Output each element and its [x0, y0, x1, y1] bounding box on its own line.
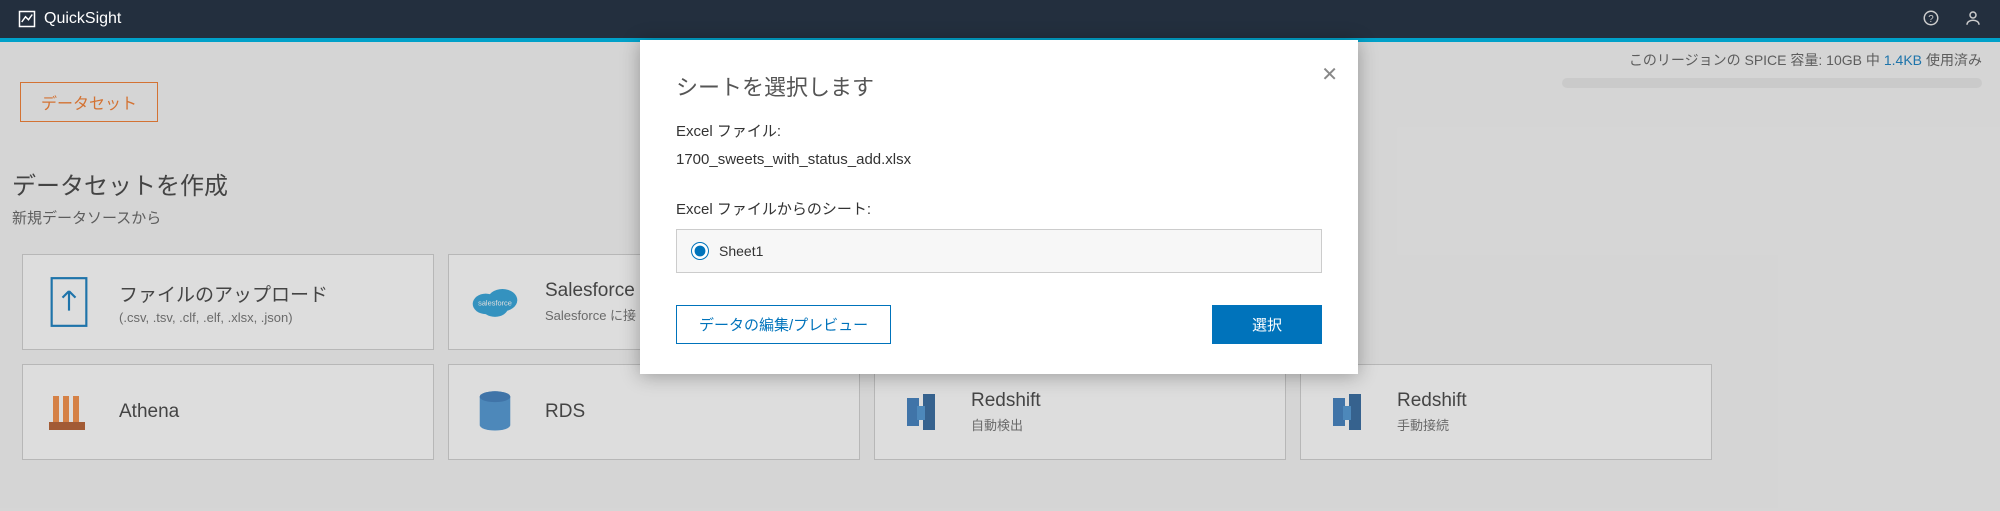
user-icon[interactable]: [1964, 9, 1982, 30]
sheet-option-label: Sheet1: [719, 243, 763, 259]
modal-title: シートを選択します: [676, 70, 1322, 102]
app-topbar: QuickSight ?: [0, 0, 2000, 38]
quicksight-logo-icon: [18, 10, 36, 28]
close-icon[interactable]: ✕: [1321, 62, 1338, 87]
brand: QuickSight: [18, 10, 121, 28]
file-label: Excel ファイル:: [676, 120, 1322, 141]
sheet-radio[interactable]: [691, 242, 709, 260]
svg-text:?: ?: [1928, 13, 1934, 24]
select-button[interactable]: 選択: [1212, 305, 1322, 344]
brand-text: QuickSight: [44, 10, 121, 28]
sheet-label: Excel ファイルからのシート:: [676, 198, 1322, 219]
select-sheet-modal: ✕ シートを選択します Excel ファイル: 1700_sweets_with…: [640, 40, 1358, 374]
file-name: 1700_sweets_with_status_add.xlsx: [676, 151, 1322, 168]
topbar-right: ?: [1922, 9, 1982, 30]
modal-actions: データの編集/プレビュー 選択: [676, 305, 1322, 344]
help-icon[interactable]: ?: [1922, 9, 1940, 30]
edit-preview-button[interactable]: データの編集/プレビュー: [676, 305, 891, 344]
sheet-option-row[interactable]: Sheet1: [676, 229, 1322, 273]
